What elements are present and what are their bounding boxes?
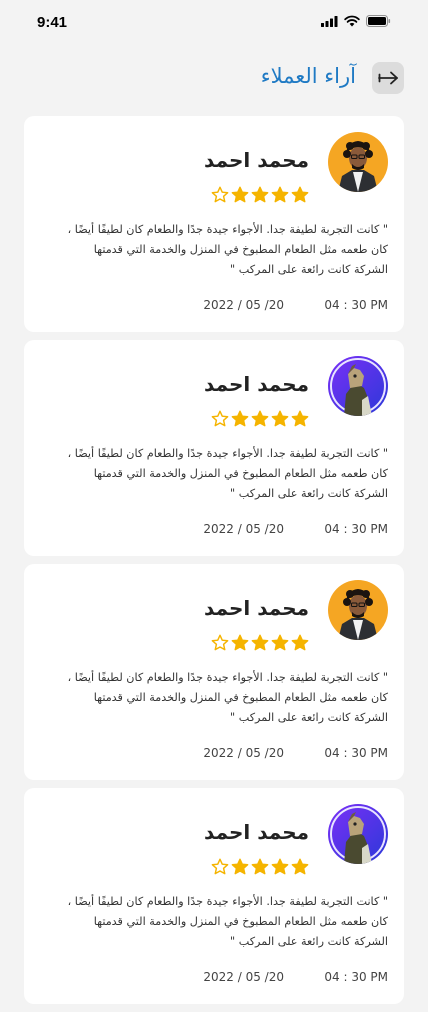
review-text: " كانت التجربة لطيفة جدا. الأجواء جيدة ج… bbox=[67, 223, 388, 276]
back-button[interactable] bbox=[372, 62, 404, 94]
header: آراء العملاء bbox=[0, 62, 428, 96]
star-rating bbox=[211, 186, 309, 204]
star-filled-icon bbox=[231, 186, 249, 203]
battery-icon bbox=[366, 15, 391, 27]
review-text: " كانت التجربة لطيفة جدا. الأجواء جيدة ج… bbox=[67, 895, 388, 948]
review-date: 2022 / 05 /20 bbox=[203, 522, 284, 536]
star-filled-icon bbox=[291, 186, 309, 203]
star-filled-icon bbox=[251, 410, 269, 427]
avatar bbox=[328, 804, 388, 864]
reviewer-name: محمد احمد bbox=[204, 820, 309, 844]
reviewer-name: محمد احمد bbox=[204, 372, 309, 396]
page-title: آراء العملاء bbox=[260, 64, 356, 88]
status-time: 9:41 bbox=[37, 14, 68, 31]
review-text: " كانت التجربة لطيفة جدا. الأجواء جيدة ج… bbox=[67, 671, 388, 724]
review-date: 2022 / 05 /20 bbox=[203, 970, 284, 984]
star-outline-icon bbox=[211, 634, 229, 651]
star-rating bbox=[211, 634, 309, 652]
star-filled-icon bbox=[291, 858, 309, 875]
star-filled-icon bbox=[231, 634, 249, 651]
review-date: 2022 / 05 /20 bbox=[203, 746, 284, 760]
star-filled-icon bbox=[231, 410, 249, 427]
star-filled-icon bbox=[251, 186, 269, 203]
star-outline-icon bbox=[211, 186, 229, 203]
review-time: 04 : 30 PM bbox=[324, 522, 388, 536]
avatar bbox=[328, 580, 388, 640]
avatar bbox=[328, 132, 388, 192]
star-rating bbox=[211, 410, 309, 428]
star-filled-icon bbox=[231, 858, 249, 875]
review-time: 04 : 30 PM bbox=[324, 970, 388, 984]
reviewer-name: محمد احمد bbox=[204, 596, 309, 620]
wifi-icon bbox=[344, 15, 360, 27]
review-card: محمد احمد " كانت التجربة لطيفة جدا. الأجو… bbox=[24, 116, 404, 332]
review-text: " كانت التجربة لطيفة جدا. الأجواء جيدة ج… bbox=[67, 447, 388, 500]
review-date: 2022 / 05 /20 bbox=[203, 298, 284, 312]
review-card: محمد احمد " كانت التجربة لطيفة جدا. الأجو… bbox=[24, 788, 404, 1004]
star-filled-icon bbox=[251, 858, 269, 875]
reviewer-name: محمد احمد bbox=[204, 148, 309, 172]
avatar bbox=[328, 356, 388, 416]
review-time: 04 : 30 PM bbox=[324, 746, 388, 760]
star-filled-icon bbox=[271, 186, 289, 203]
status-bar: 9:41 bbox=[0, 0, 428, 46]
star-filled-icon bbox=[271, 858, 289, 875]
arrow-right-icon bbox=[378, 71, 398, 85]
star-filled-icon bbox=[251, 634, 269, 651]
star-outline-icon bbox=[211, 410, 229, 427]
review-time: 04 : 30 PM bbox=[324, 298, 388, 312]
star-rating bbox=[211, 858, 309, 876]
signal-icon bbox=[321, 15, 338, 27]
star-outline-icon bbox=[211, 858, 229, 875]
star-filled-icon bbox=[291, 634, 309, 651]
star-filled-icon bbox=[271, 634, 289, 651]
reviews-list: محمد احمد " كانت التجربة لطيفة جدا. الأجو… bbox=[24, 116, 404, 1012]
star-filled-icon bbox=[291, 410, 309, 427]
star-filled-icon bbox=[271, 410, 289, 427]
review-card: محمد احمد " كانت التجربة لطيفة جدا. الأجو… bbox=[24, 564, 404, 780]
review-card: محمد احمد " كانت التجربة لطيفة جدا. الأجو… bbox=[24, 340, 404, 556]
status-icons bbox=[321, 15, 391, 27]
